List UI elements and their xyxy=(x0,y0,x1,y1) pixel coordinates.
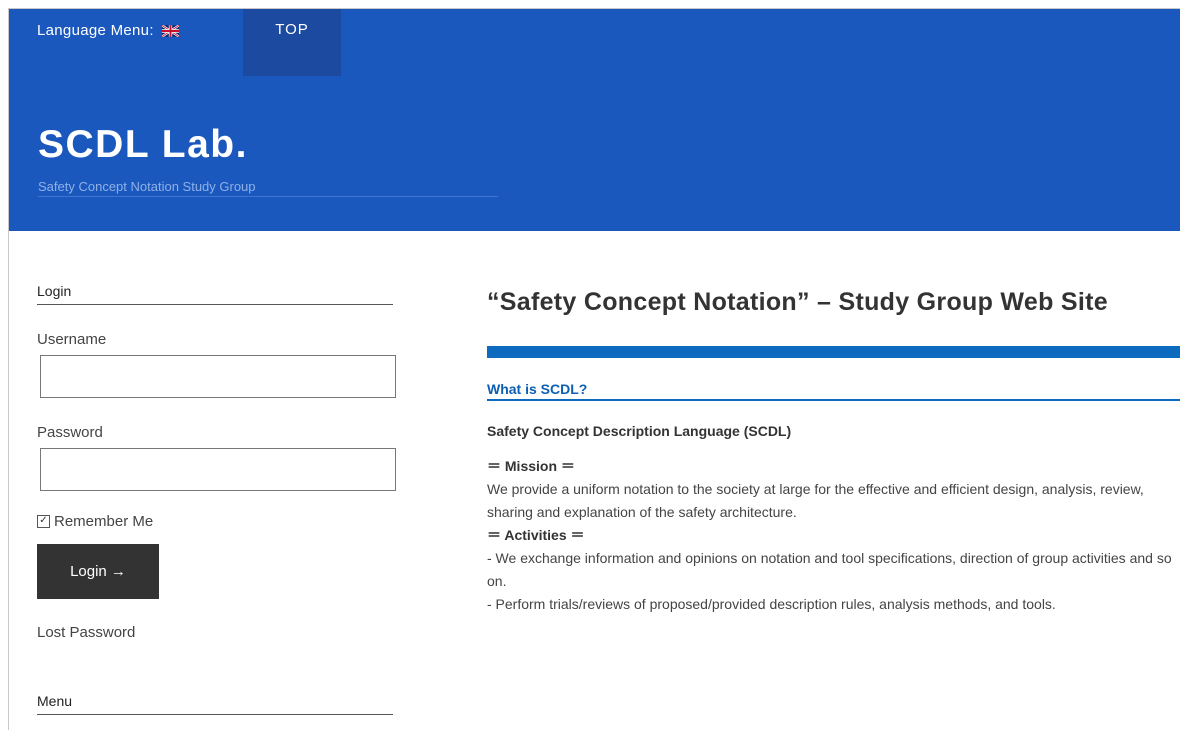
section-title-what-is-scdl: What is SCDL? xyxy=(487,381,1180,401)
main-content: “Safety Concept Notation” – Study Group … xyxy=(487,283,1180,616)
page-title: “Safety Concept Notation” – Study Group … xyxy=(487,288,1108,316)
nav-item-top[interactable]: TOP xyxy=(243,9,341,76)
login-button[interactable]: Login → xyxy=(37,544,159,599)
site-tagline: Safety Concept Notation Study Group xyxy=(38,179,256,194)
activity-item: - We exchange information and opinions o… xyxy=(487,550,1172,589)
username-input[interactable] xyxy=(40,355,396,398)
activity-item: - Perform trials/reviews of proposed/pro… xyxy=(487,596,1056,612)
username-label: Username xyxy=(37,331,107,348)
sidebar-login-widget: Login Username Password ✓ Remember Me Lo… xyxy=(37,283,396,641)
remember-me-label: Remember Me xyxy=(54,513,154,530)
tagline-divider xyxy=(38,196,498,197)
title-underline-bar xyxy=(487,346,1180,358)
checked-checkbox-icon[interactable]: ✓ xyxy=(37,515,50,528)
password-input[interactable] xyxy=(40,448,396,491)
site-title[interactable]: SCDL Lab. xyxy=(38,123,248,167)
uk-flag-icon[interactable] xyxy=(161,24,180,41)
menu-widget-title: Menu xyxy=(37,693,393,715)
password-label: Password xyxy=(37,424,103,441)
language-menu[interactable]: Language Menu: xyxy=(37,22,180,41)
lost-password-link[interactable]: Lost Password xyxy=(37,624,393,641)
login-widget-title: Login xyxy=(37,283,393,305)
lead-text: Safety Concept Description Language (SCD… xyxy=(487,423,792,439)
site-header: Language Menu: TOP SCDL Lab. Safety Conc… xyxy=(9,9,1180,231)
sidebar-menu-widget: Menu xyxy=(37,693,393,715)
remember-me-option[interactable]: ✓ Remember Me xyxy=(37,513,393,530)
mission-text: We provide a uniform notation to the soc… xyxy=(487,481,1144,520)
mission-heading: ＝ Mission ＝ xyxy=(487,458,575,474)
activities-heading: ＝ Activities ＝ xyxy=(487,527,585,543)
language-menu-label: Language Menu: xyxy=(37,22,154,39)
